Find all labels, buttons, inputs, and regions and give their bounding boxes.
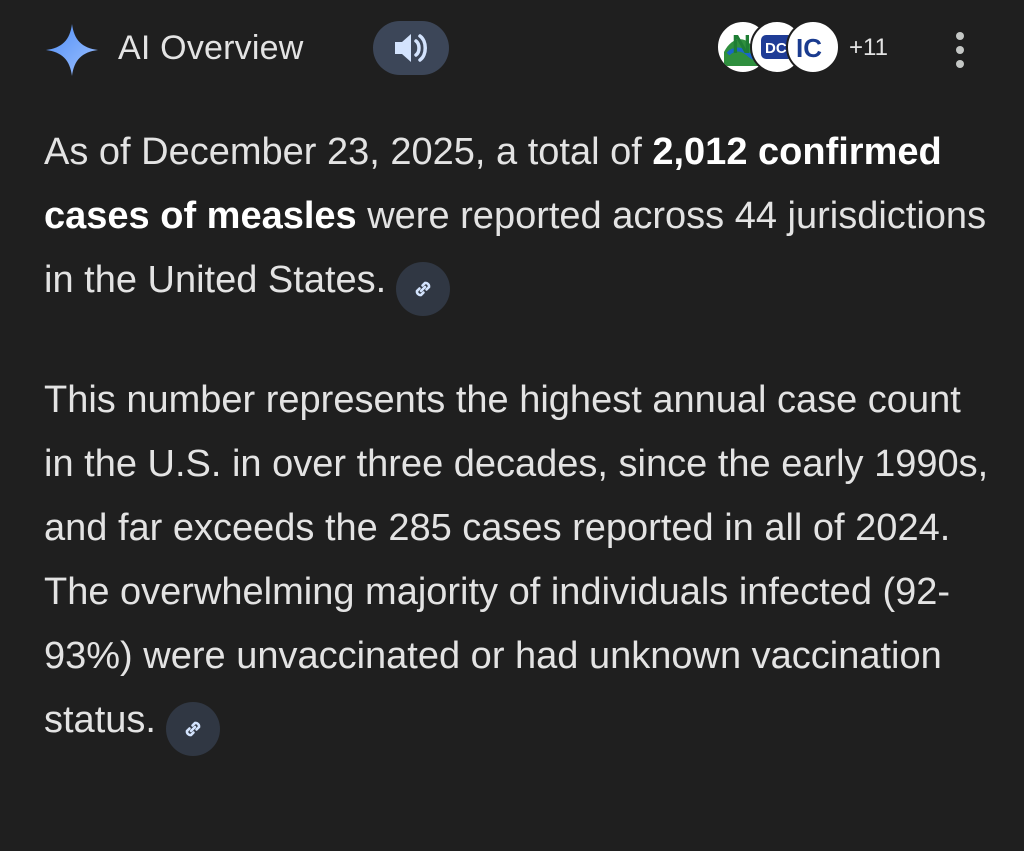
svg-text:DC: DC <box>765 40 787 57</box>
svg-text:IC: IC <box>796 33 822 63</box>
overview-paragraph-1: As of December 23, 2025, a total of 2,01… <box>44 120 994 316</box>
para2-text: This number represents the highest annua… <box>44 379 989 741</box>
speaker-icon <box>395 34 427 62</box>
listen-button[interactable] <box>373 21 449 75</box>
link-icon <box>415 281 431 297</box>
more-vert-icon[interactable] <box>944 28 976 72</box>
dot <box>956 60 964 68</box>
dot <box>956 46 964 54</box>
sources-button[interactable]: N DC IC +11 <box>716 20 896 76</box>
ai-overview-header: AI Overview N DC IC +11 <box>0 0 1024 100</box>
overview-paragraph-2: This number represents the highest annua… <box>44 368 994 756</box>
ai-overview-title: AI Overview <box>118 29 304 67</box>
para1-lead: As of December 23, 2025, a total of <box>44 131 653 173</box>
ic-favicon-icon: IC <box>786 20 840 74</box>
gemini-sparkle-icon <box>46 24 98 76</box>
overview-content: As of December 23, 2025, a total of 2,01… <box>44 120 994 756</box>
citation-link-button[interactable] <box>165 702 220 756</box>
more-sources-count: +11 <box>849 34 888 61</box>
link-icon <box>185 721 201 737</box>
citation-link-button[interactable] <box>396 262 451 316</box>
svg-text:N: N <box>732 29 751 59</box>
dot <box>956 32 964 40</box>
